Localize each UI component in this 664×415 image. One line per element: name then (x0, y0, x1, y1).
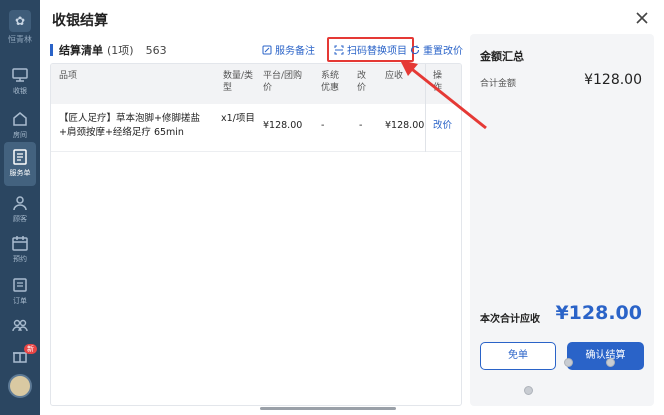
total-amount-label: 合计金额 (480, 79, 517, 89)
touch-indicator (564, 358, 573, 367)
col-action-header: 操作 (433, 71, 443, 93)
cell-platform-price: ¥128.00 (263, 120, 303, 131)
amount-due-label: 本次合计应收 (480, 314, 540, 325)
appointment-icon (12, 236, 28, 251)
service-order-icon (13, 149, 27, 165)
amount-due-value: ¥128.00 (555, 302, 642, 324)
free-order-button[interactable]: 免单 (480, 342, 556, 370)
app-sidebar: ✿ 恒青林 收银 房间 服务单 顾客 预约 订单 新 (0, 0, 40, 415)
staff-icon (12, 319, 28, 332)
service-note-button[interactable]: 服务备注 (262, 42, 315, 57)
edit-note-icon (262, 45, 272, 54)
sidebar-item-label: 订单 (13, 297, 27, 305)
sidebar-item-label: 顾客 (13, 215, 27, 223)
col-qty-header: 数量/类型 (223, 71, 254, 93)
reset-price-label: 重置改价 (423, 46, 463, 57)
confirm-checkout-button[interactable]: 确认结算 (567, 342, 644, 370)
col-price-change-header: 改价 (357, 71, 367, 93)
logo-mark-icon: ✿ (9, 10, 31, 32)
cell-item: 【匠人足疗】草本泡脚+修脚搓盐+肩颈按摩+经络足疗 65min (59, 113, 200, 138)
column-divider (425, 64, 426, 152)
touch-indicator (524, 386, 533, 395)
cell-system-discount: - (321, 120, 325, 131)
summary-title: 金额汇总 (480, 50, 524, 63)
app-logo: ✿ 恒青林 (6, 10, 34, 44)
col-platform-price-header: 平台/团购价 (263, 71, 303, 93)
service-note-label: 服务备注 (275, 46, 315, 57)
room-icon (13, 112, 27, 126)
sidebar-item-label: 预约 (13, 255, 27, 263)
edit-price-link[interactable]: 改价 (433, 119, 452, 133)
sidebar-item-order[interactable]: 订单 (0, 270, 40, 314)
col-receivable-header: 应收 (385, 71, 404, 81)
modal-title: 收银结算 (52, 13, 108, 29)
list-number: 563 (145, 43, 167, 57)
sidebar-item-label: 房间 (13, 131, 27, 139)
sidebar-item-customer[interactable]: 顾客 (0, 188, 40, 232)
col-item-header: 品项 (59, 71, 78, 81)
checkout-modal: 收银结算 结算清单 (1项) 563 服务备注 扫码替换项目 重置改价 品项 数… (40, 0, 664, 415)
cell-price-change: - (359, 120, 363, 131)
sidebar-item-appointment[interactable]: 预约 (0, 228, 40, 272)
sidebar-item-cashier[interactable]: 收银 (0, 60, 40, 104)
list-title: 结算清单 (59, 44, 103, 57)
scan-replace-button[interactable]: 扫码替换项目 (327, 37, 414, 62)
cell-receivable: ¥128.00 (385, 120, 425, 131)
avatar[interactable] (8, 374, 32, 398)
customer-icon (13, 196, 27, 211)
amount-summary-panel: 金额汇总 合计金额 ¥128.00 本次合计应收 ¥128.00 免单 确认结算 (470, 34, 654, 406)
cell-qty-type: x1/项目 (221, 113, 255, 124)
logo-text: 恒青林 (8, 35, 32, 44)
table-header: 品项 数量/类型 平台/团购价 系统优惠 改价 应收 操作 (51, 64, 461, 104)
refresh-icon (410, 45, 420, 54)
scan-icon (334, 45, 344, 54)
sidebar-item-service-order[interactable]: 服务单 (4, 142, 36, 186)
col-system-discount-header: 系统优惠 (321, 71, 340, 93)
reset-price-button[interactable]: 重置改价 (410, 42, 463, 57)
home-indicator (260, 407, 396, 410)
sidebar-item-label: 收银 (13, 87, 27, 95)
order-icon (13, 278, 27, 292)
touch-indicator (606, 358, 615, 367)
scan-replace-label: 扫码替换项目 (347, 46, 407, 57)
settlement-table: 品项 数量/类型 平台/团购价 系统优惠 改价 应收 操作 【匠人足疗】草本泡脚… (50, 63, 462, 406)
list-count: (1项) (107, 44, 134, 57)
table-row: 【匠人足疗】草本泡脚+修脚搓盐+肩颈按摩+经络足疗 65min x1/项目 ¥1… (51, 104, 461, 152)
settlement-list-header: 结算清单 (1项) 563 (50, 42, 167, 58)
new-badge: 新 (24, 344, 37, 354)
sidebar-item-label: 服务单 (9, 169, 31, 177)
total-amount-value: ¥128.00 (584, 72, 642, 88)
section-marker (50, 44, 53, 56)
close-icon[interactable] (634, 10, 650, 26)
cashier-icon (12, 68, 28, 82)
